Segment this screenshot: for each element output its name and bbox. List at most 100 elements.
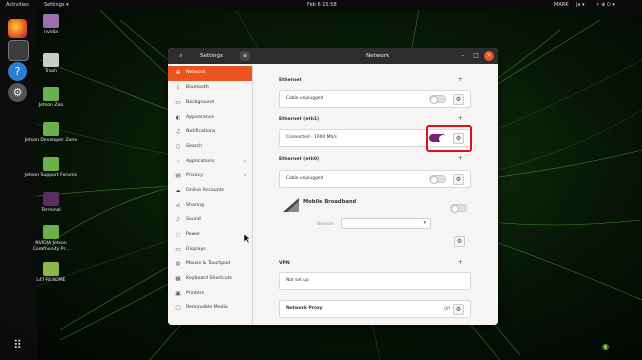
section-header-ethernet: Ethernet <box>279 78 302 83</box>
eth0-connection-row: Cable unplugged ⚙ <box>279 170 471 188</box>
eth0-toggle[interactable] <box>429 175 446 184</box>
desktop-icon-nvidia[interactable]: nvidia <box>22 14 80 36</box>
trash-icon <box>43 53 59 67</box>
network-icon: ⊕ <box>175 70 181 76</box>
sidebar-item-notifications[interactable]: ♫ Notifications <box>168 125 252 140</box>
ethernet-toggle[interactable] <box>429 95 446 104</box>
ethernet-settings-gear-icon[interactable]: ⚙ <box>453 94 464 105</box>
desktop-icon-terminal[interactable]: Terminal <box>22 192 80 214</box>
sidebar-title: Settings <box>200 53 223 59</box>
media-icon: ▢ <box>175 305 181 311</box>
bluetooth-icon: ᛒ <box>176 85 180 91</box>
sidebar-item-appearance[interactable]: ◐ Appearance <box>168 111 252 126</box>
add-ethernet-icon[interactable]: + <box>458 76 463 83</box>
nvidia-doc-icon <box>43 225 59 239</box>
tray-user[interactable]: MARK <box>554 0 569 10</box>
hamburger-menu-icon[interactable]: ≡ <box>240 51 250 61</box>
grid-icon: ⁘ <box>175 159 181 165</box>
network-panel: Ethernet + Cable unplugged ⚙ Ethernet (e… <box>253 64 498 325</box>
desktop-icon-community[interactable]: NVIDIA Jetson Community Pr... <box>22 225 80 252</box>
appearance-icon: ◐ <box>175 115 181 121</box>
nvidia-doc-icon <box>43 122 59 136</box>
speaker-icon: ♪ <box>176 217 180 223</box>
lock-icon: ▤ <box>175 173 181 179</box>
settings-sidebar: ⊕ Network ᛒ Bluetooth ▭ Background ◐ Appeara… <box>168 64 253 325</box>
network-proxy-row[interactable]: Network Proxy Off ⚙ <box>279 300 471 318</box>
chevron-right-icon: › <box>243 172 246 179</box>
sidebar-item-displays[interactable]: ▭ Displays <box>168 243 252 258</box>
sidebar-item-power[interactable]: ◌ Power <box>168 228 252 243</box>
sidebar-item-bluetooth[interactable]: ᛒ Bluetooth <box>168 81 252 96</box>
sidebar-item-printers[interactable]: ▣ Printers <box>168 287 252 302</box>
toggle-knob <box>430 96 438 104</box>
vpn-row: Not set up <box>279 272 471 290</box>
add-eth1-icon[interactable]: + <box>458 115 463 122</box>
mouse-cursor-icon <box>244 234 250 243</box>
sidebar-item-privacy[interactable]: ▤ Privacy › <box>168 169 252 184</box>
network-label: Network <box>317 221 334 226</box>
add-vpn-icon[interactable]: + <box>458 259 463 266</box>
panel-title: Network <box>366 53 390 59</box>
close-icon[interactable]: × <box>484 51 494 61</box>
section-header-eth0: Ethernet (eth0) <box>279 157 320 162</box>
cloud-icon: ☁ <box>175 188 181 194</box>
section-header-eth1: Ethernet (eth1) <box>279 117 320 122</box>
minimize-icon[interactable]: – <box>458 51 468 61</box>
toggle-knob <box>451 205 459 213</box>
top-bar: Activities Settings ▾ Feb 6 15:58 MARK j… <box>0 0 642 10</box>
maximize-icon[interactable]: □ <box>471 51 481 61</box>
desktop-icon-dev-zone[interactable]: Jetson Developer Zone <box>22 122 80 144</box>
clock[interactable]: Feb 6 15:58 <box>307 0 337 10</box>
mobile-broadband-settings-gear-icon[interactable]: ⚙ <box>454 236 465 247</box>
desktop-icon-jetson-zoo[interactable]: Jetson Zoo <box>22 87 80 109</box>
share-icon: ≺ <box>175 203 181 209</box>
section-header-vpn: VPN <box>279 261 290 266</box>
sidebar-item-network[interactable]: ⊕ Network <box>168 66 252 81</box>
search-icon[interactable]: ⌕ <box>176 51 186 61</box>
sidebar-item-mouse-touchpad[interactable]: ◍ Mouse & Touchpad <box>168 257 252 272</box>
desktop-icon-support-forums[interactable]: Jetson Support Forums <box>22 157 80 179</box>
eth1-toggle-highlight <box>426 125 472 152</box>
nvidia-doc-icon <box>43 157 59 171</box>
mobile-broadband-toggle[interactable] <box>450 204 467 213</box>
sidebar-item-sound[interactable]: ♪ Sound <box>168 213 252 228</box>
ethernet-connection-row: Cable unplugged ⚙ <box>279 90 471 108</box>
mobile-broadband-title: Mobile Broadband <box>303 199 357 205</box>
proxy-status: Off <box>443 306 450 311</box>
show-apps-icon[interactable]: ⠿ <box>8 336 27 355</box>
sidebar-item-sharing[interactable]: ≺ Sharing <box>168 199 252 214</box>
printer-icon: ▣ <box>175 291 181 297</box>
sidebar-item-removable-media[interactable]: ▢ Removable Media <box>168 301 252 316</box>
search-icon: ○ <box>175 144 181 150</box>
tray-system-menu[interactable]: ⚡ ⊕ ⏻ ▾ <box>596 0 615 10</box>
settings-window: ⌕ Settings ≡ Network – □ × ⊕ Network ᛒ Blu… <box>168 48 498 325</box>
sidebar-item-search[interactable]: ○ Search <box>168 140 252 155</box>
sidebar-item-background[interactable]: ▭ Background <box>168 96 252 111</box>
eth0-settings-gear-icon[interactable]: ⚙ <box>453 174 464 185</box>
app-menu[interactable]: Settings ▾ <box>44 0 69 10</box>
terminal-icon <box>43 192 59 206</box>
add-eth0-icon[interactable]: + <box>458 155 463 162</box>
activities-button[interactable]: Activities <box>6 0 29 10</box>
folder-icon <box>43 14 59 28</box>
bell-icon: ♫ <box>175 129 181 135</box>
sidebar-item-online-accounts[interactable]: ☁ Online Accounts <box>168 184 252 199</box>
desktop-icon-l4t-readme[interactable]: L4T-README <box>22 262 80 284</box>
nvidia-logo: ◉ <box>602 342 609 351</box>
tray-input[interactable]: ja ▾ <box>576 0 585 10</box>
drive-icon <box>43 262 59 276</box>
keyboard-icon: ▦ <box>175 276 181 282</box>
display-icon: ▭ <box>175 247 181 253</box>
chevron-down-icon: ▾ <box>423 220 426 226</box>
desktop-icon-trash[interactable]: Trash <box>22 53 80 75</box>
sidebar-item-applications[interactable]: ⁘ Applications › <box>168 155 252 170</box>
toggle-knob <box>430 176 438 184</box>
mobile-broadband-icon <box>283 198 299 212</box>
sidebar-item-keyboard-shortcuts[interactable]: ▦ Keyboard Shortcuts <box>168 272 252 287</box>
mouse-icon: ◍ <box>175 261 181 267</box>
power-icon: ◌ <box>175 232 181 238</box>
proxy-settings-gear-icon[interactable]: ⚙ <box>453 304 464 315</box>
nvidia-doc-icon <box>43 87 59 101</box>
network-dropdown[interactable]: ▾ <box>341 218 431 229</box>
background-icon: ▭ <box>175 100 181 106</box>
